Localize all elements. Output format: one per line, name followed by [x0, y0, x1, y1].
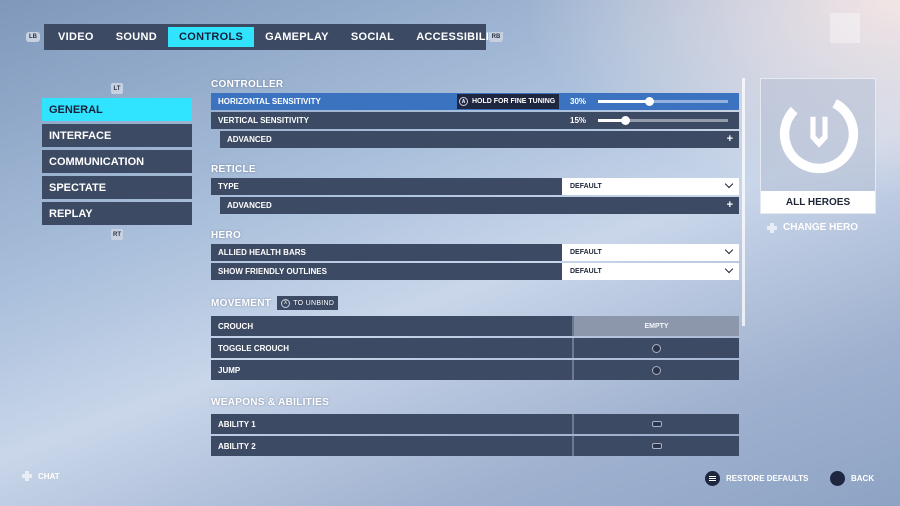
- x-button-icon: X: [281, 298, 291, 308]
- lb-bumper-icon: LB: [26, 32, 40, 42]
- horizontal-sensitivity-slider[interactable]: [598, 97, 728, 106]
- sidebar-item-spectate[interactable]: SPECTATE: [42, 176, 192, 199]
- settings-content: CONTROLLER HORIZONTAL SENSITIVITY A HOLD …: [211, 76, 739, 458]
- a-button-icon: [652, 365, 661, 375]
- restore-defaults-label: RESTORE DEFAULTS: [726, 474, 809, 483]
- a-button-icon: A: [459, 97, 468, 106]
- controller-advanced-label: ADVANCED: [227, 135, 272, 144]
- section-reticle-title: RETICLE: [211, 164, 256, 175]
- hero-panel[interactable]: ALL HEROES: [760, 78, 876, 214]
- corner-decoration: [830, 13, 860, 43]
- dpad-icon: [22, 471, 32, 481]
- controller-advanced-row[interactable]: ADVANCED +: [220, 131, 739, 148]
- sidebar-item-replay[interactable]: REPLAY: [42, 202, 192, 225]
- chevron-down-icon: [724, 179, 734, 189]
- restore-defaults-button[interactable]: RESTORE DEFAULTS: [705, 471, 808, 486]
- change-hero-button[interactable]: CHANGE HERO: [767, 222, 858, 233]
- horizontal-sensitivity-value: 30%: [570, 97, 587, 106]
- lt-trigger-icon: LT: [111, 83, 123, 94]
- slider-handle[interactable]: [644, 97, 654, 106]
- lb-bumper-icon: [651, 421, 662, 427]
- tab-gameplay[interactable]: GAMEPLAY: [254, 27, 340, 47]
- expand-plus-icon: +: [726, 133, 733, 145]
- sidebar-item-general[interactable]: GENERAL: [42, 98, 192, 121]
- sidebar: GENERAL INTERFACE COMMUNICATION SPECTATE…: [42, 98, 192, 228]
- chevron-down-icon: [724, 245, 734, 255]
- allied-health-bars-dropdown[interactable]: DEFAULT: [562, 244, 739, 261]
- reticle-type-value: DEFAULT: [570, 183, 602, 190]
- section-movement-header: MOVEMENT X TO UNBIND: [211, 293, 739, 313]
- vertical-sensitivity-row[interactable]: VERTICAL SENSITIVITY 15%: [211, 112, 739, 129]
- ability2-binding[interactable]: [574, 436, 739, 456]
- reticle-advanced-label: ADVANCED: [227, 201, 272, 210]
- section-hero-title: HERO: [211, 230, 242, 241]
- section-weapons-title: WEAPONS & ABILITIES: [211, 397, 330, 408]
- dpad-icon: [767, 222, 777, 233]
- chat-label: CHAT: [38, 471, 60, 481]
- back-label: BACK: [851, 474, 875, 483]
- top-tab-bar: VIDEO SOUND CONTROLS GAMEPLAY SOCIAL ACC…: [44, 24, 504, 50]
- tab-video[interactable]: VIDEO: [47, 27, 105, 47]
- unbind-hint-label: TO UNBIND: [293, 299, 335, 307]
- tab-sound[interactable]: SOUND: [105, 27, 168, 47]
- slider-handle[interactable]: [620, 116, 630, 125]
- slider-fill: [598, 100, 649, 103]
- tab-controls[interactable]: CONTROLS: [167, 27, 255, 47]
- rb-bumper-icon: RB: [489, 32, 503, 42]
- b-button-icon: [652, 343, 661, 353]
- ability1-row[interactable]: ABILITY 1: [211, 414, 739, 434]
- rt-trigger-icon: RT: [111, 229, 123, 240]
- reticle-type-row[interactable]: TYPE DEFAULT: [211, 178, 739, 195]
- allied-health-bars-value: DEFAULT: [570, 249, 602, 256]
- sidebar-item-interface[interactable]: INTERFACE: [42, 124, 192, 147]
- friendly-outlines-row[interactable]: SHOW FRIENDLY OUTLINES DEFAULT: [211, 263, 739, 280]
- section-movement-title: MOVEMENT: [211, 297, 272, 309]
- allied-health-bars-row[interactable]: ALLIED HEALTH BARS DEFAULT: [211, 244, 739, 261]
- menu-button-icon: [705, 471, 720, 486]
- horizontal-sensitivity-row[interactable]: HORIZONTAL SENSITIVITY A HOLD FOR FINE TU…: [211, 93, 739, 110]
- b-button-icon: [830, 471, 845, 486]
- rb-bumper-icon: [651, 443, 662, 449]
- hero-name: ALL HEROES: [761, 191, 875, 213]
- scrollbar[interactable]: [742, 78, 745, 326]
- jump-binding[interactable]: [574, 360, 739, 380]
- chevron-down-icon: [724, 264, 734, 274]
- friendly-outlines-dropdown[interactable]: DEFAULT: [562, 263, 739, 280]
- unbind-hint: X TO UNBIND: [277, 296, 339, 310]
- toggle-crouch-row[interactable]: TOGGLE CROUCH: [211, 338, 739, 358]
- jump-row[interactable]: JUMP: [211, 360, 739, 380]
- crouch-binding[interactable]: EMPTY: [574, 316, 739, 336]
- crouch-row[interactable]: CROUCH EMPTY: [211, 316, 739, 336]
- back-button[interactable]: BACK: [830, 471, 874, 486]
- ability1-binding[interactable]: [574, 414, 739, 434]
- fine-tuning-hint: A HOLD FOR FINE TUNING: [457, 94, 560, 109]
- change-hero-label: CHANGE HERO: [783, 222, 859, 233]
- chat-button[interactable]: CHAT: [22, 471, 60, 481]
- ability2-row[interactable]: ABILITY 2: [211, 436, 739, 456]
- fine-tuning-hint-label: HOLD FOR FINE TUNING: [472, 98, 556, 105]
- vertical-sensitivity-value: 15%: [570, 116, 587, 125]
- expand-plus-icon: +: [726, 199, 733, 211]
- tab-social[interactable]: SOCIAL: [340, 27, 405, 47]
- toggle-crouch-binding[interactable]: [574, 338, 739, 358]
- reticle-advanced-row[interactable]: ADVANCED +: [220, 197, 739, 214]
- section-controller-title: CONTROLLER: [211, 79, 284, 90]
- vertical-sensitivity-slider[interactable]: [598, 116, 728, 125]
- sidebar-item-communication[interactable]: COMMUNICATION: [42, 150, 192, 173]
- overwatch-logo-icon: [779, 94, 859, 174]
- reticle-type-dropdown[interactable]: DEFAULT: [562, 178, 739, 195]
- friendly-outlines-value: DEFAULT: [570, 268, 602, 275]
